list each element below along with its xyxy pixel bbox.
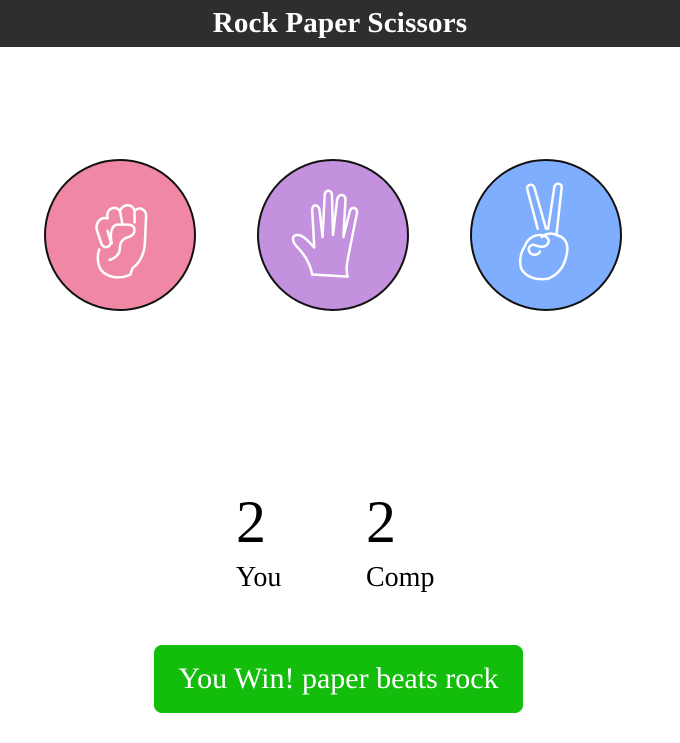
result-message: You Win! paper beats rock — [154, 645, 523, 713]
computer-score-label: Comp — [366, 562, 435, 593]
paper-button[interactable] — [257, 159, 409, 311]
user-score: 2 You — [236, 490, 281, 594]
rock-hand-icon — [95, 203, 148, 279]
user-score-value: 2 — [236, 489, 266, 555]
scissors-hand-icon — [518, 182, 569, 281]
user-score-label: You — [236, 562, 282, 593]
result-text: You Win! paper beats rock — [178, 662, 499, 695]
computer-score: 2 Comp — [366, 490, 434, 594]
rock-button[interactable] — [44, 159, 196, 311]
computer-score-value: 2 — [366, 489, 396, 555]
paper-hand-icon — [291, 189, 359, 278]
scissors-button[interactable] — [470, 159, 622, 311]
page-title: Rock Paper Scissors — [212, 7, 468, 39]
app-header: Rock Paper Scissors — [0, 0, 680, 47]
